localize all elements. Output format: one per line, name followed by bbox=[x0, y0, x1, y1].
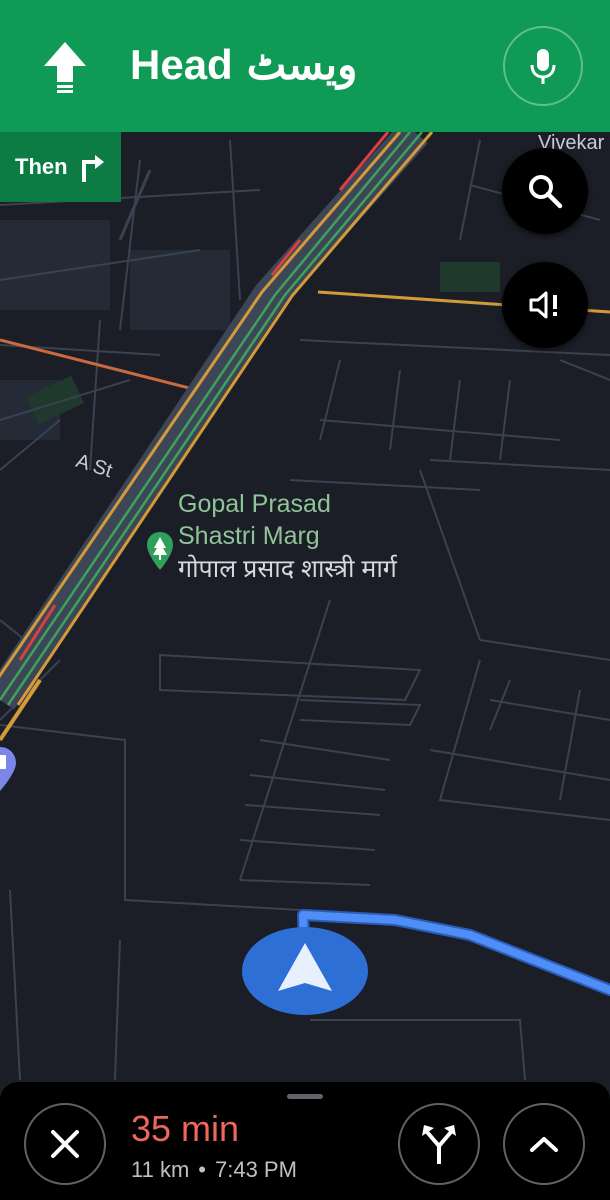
maneuver-instruction: Head ویسٹ bbox=[130, 40, 371, 89]
park-pin-icon[interactable] bbox=[145, 530, 175, 572]
chevron-up-icon bbox=[530, 1137, 558, 1152]
trip-distance: 11 km bbox=[131, 1157, 190, 1182]
sound-alert-icon bbox=[529, 291, 557, 319]
next-maneuver-chip[interactable]: Then bbox=[0, 132, 121, 202]
exit-navigation-button[interactable] bbox=[24, 1103, 106, 1185]
search-icon bbox=[529, 175, 563, 209]
sound-alerts-button[interactable] bbox=[502, 262, 588, 348]
fuel-station-pin-icon[interactable] bbox=[0, 745, 20, 793]
poi-label-hindi[interactable]: गोपाल प्रसाद शास्त्री मार्ग bbox=[178, 553, 398, 586]
eta-duration: 35 min bbox=[131, 1108, 240, 1149]
trip-summary-sheet[interactable]: 35 min 11 km • 7:43 PM bbox=[0, 1082, 610, 1200]
mic-icon bbox=[530, 49, 556, 84]
eta-details: 11 km • 7:43 PM bbox=[131, 1157, 297, 1183]
arrival-time: 7:43 PM bbox=[214, 1157, 297, 1182]
expand-trip-details-button[interactable] bbox=[503, 1103, 585, 1185]
poi-label-english[interactable]: Gopal Prasad Shastri Marg bbox=[178, 488, 398, 552]
straight-arrow-icon bbox=[44, 42, 86, 93]
navigation-banner[interactable]: Head ویسٹ bbox=[0, 0, 610, 132]
turn-right-icon bbox=[81, 155, 104, 182]
current-location-puck-icon bbox=[242, 927, 368, 1015]
instruction-verb: Head bbox=[130, 41, 233, 88]
then-label: Then bbox=[15, 154, 68, 179]
search-along-route-button[interactable] bbox=[502, 148, 588, 234]
voice-search-button[interactable] bbox=[503, 26, 583, 106]
instruction-street: ویسٹ bbox=[246, 41, 358, 88]
alternate-routes-button[interactable] bbox=[398, 1103, 480, 1185]
close-icon bbox=[51, 1130, 79, 1158]
separator-dot: • bbox=[198, 1157, 206, 1182]
alternate-routes-icon bbox=[422, 1125, 456, 1164]
sheet-drag-handle[interactable] bbox=[287, 1094, 323, 1099]
